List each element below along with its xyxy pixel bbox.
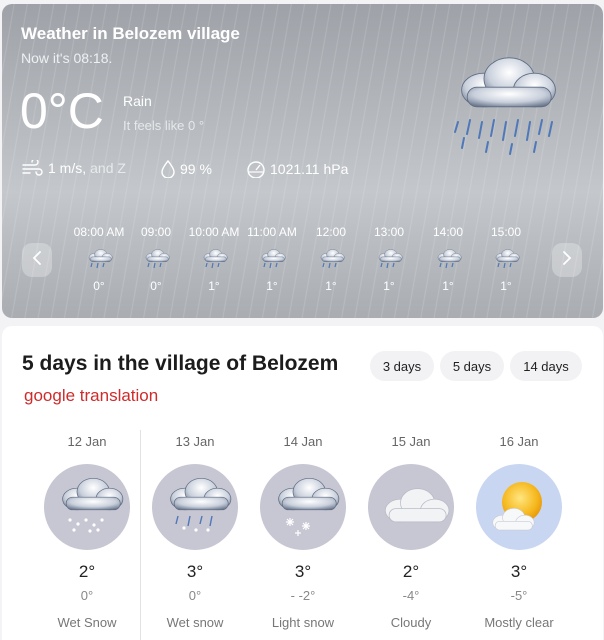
day-date: 12 Jan [67, 434, 107, 449]
rain-cloud-icon [199, 247, 229, 269]
hour-temp: 1° [208, 279, 220, 293]
hour-temp: 1° [442, 279, 454, 293]
humidity-icon [160, 160, 176, 178]
rain-cloud-icon [374, 247, 404, 269]
hour-temp: 1° [500, 279, 512, 293]
hourly-prev-button[interactable] [22, 243, 52, 277]
day-low: -4° [402, 588, 420, 603]
current-condition: Rain [123, 93, 152, 109]
chevron-right-icon [562, 250, 572, 271]
day-description: Wet snow [166, 615, 224, 630]
hour-temp: 1° [266, 279, 278, 293]
wet-snow-icon [152, 464, 238, 550]
hour-temp: 1° [383, 279, 395, 293]
forecast-day[interactable]: 13 Jan 3° 0° Wet snow [145, 433, 245, 630]
hour-time: 13:00 [373, 225, 405, 239]
hour-time: 10:00 AM [188, 225, 240, 239]
rain-cloud-icon [491, 247, 521, 269]
hourly-item: 08:00 AM 0° [69, 224, 129, 293]
hourly-item: 13:00 1° [359, 224, 419, 293]
wind-direction: and Z [90, 160, 126, 176]
wind-icon [22, 160, 44, 176]
day-high: 2° [78, 562, 96, 581]
day-low: - -2° [290, 588, 316, 603]
day-description: Light snow [271, 615, 335, 630]
light-snow-icon [260, 464, 346, 550]
day-description: Mostly clear [484, 615, 554, 630]
hourly-item: 12:00 1° [301, 224, 361, 293]
rain-cloud-icon [316, 247, 346, 269]
tab-14-days[interactable]: 14 days [510, 351, 582, 381]
rain-cloud-icon [433, 247, 463, 269]
current-weather-title: Weather in Belozem village [21, 24, 240, 43]
hourly-item: 11:00 AM 1° [242, 224, 302, 293]
pressure-stat: 1021.11 hPa [246, 160, 348, 178]
today-divider [140, 430, 141, 640]
tab-5-days[interactable]: 5 days [440, 351, 504, 381]
google-translation-link[interactable]: google translation [24, 386, 158, 406]
chevron-left-icon [32, 250, 42, 271]
hour-time: 15:00 [490, 225, 522, 239]
rain-cloud-icon [257, 247, 287, 269]
pressure-value: 1021.11 hPa [270, 161, 349, 177]
pressure-gauge-icon [246, 160, 266, 178]
forecast-day[interactable]: 15 Jan 2° -4° Cloudy [361, 433, 461, 630]
hour-temp: 0° [150, 279, 162, 293]
hour-time: 11:00 AM [247, 225, 297, 239]
hourly-item: 09:00 0° [126, 224, 186, 293]
hour-temp: 0° [93, 279, 105, 293]
day-date: 13 Jan [175, 434, 215, 449]
sun-cloud-icon [476, 464, 562, 550]
forecast-day[interactable]: 14 Jan 3° - -2° Light snow [253, 433, 353, 630]
hourly-item: 14:00 1° [418, 224, 478, 293]
humidity-stat: 99 % [160, 160, 212, 178]
day-description: Cloudy [390, 615, 432, 630]
hour-time: 14:00 [432, 225, 464, 239]
day-description: Wet Snow [57, 615, 117, 630]
tab-3-days[interactable]: 3 days [370, 351, 434, 381]
wind-stat: 1 m/s, and Z [22, 160, 126, 176]
day-low: 0° [188, 588, 202, 603]
day-date: 14 Jan [283, 434, 323, 449]
forecast-day[interactable]: 16 Jan 3° -5° Mostly clear [469, 433, 569, 630]
hourly-item: 15:00 1° [476, 224, 536, 293]
hour-time: 12:00 [315, 225, 347, 239]
day-date: 16 Jan [499, 434, 539, 449]
hour-time: 08:00 AM [73, 225, 125, 239]
hour-time: 09:00 [140, 225, 172, 239]
day-high: 3° [510, 562, 528, 581]
wet-snow-icon [44, 464, 130, 550]
forecast-title: 5 days in the village of Belozem [22, 352, 339, 375]
day-low: -5° [510, 588, 528, 603]
rain-cloud-icon [84, 247, 114, 269]
day-date: 15 Jan [391, 434, 431, 449]
day-high: 3° [294, 562, 312, 581]
hour-temp: 1° [325, 279, 337, 293]
day-high: 2° [402, 562, 420, 581]
humidity-value: 99 % [180, 161, 212, 177]
rain-cloud-icon [141, 247, 171, 269]
hourly-forecast: 08:00 AM 0° 09:00 0° 10:00 AM 1° 11:00 A… [62, 224, 542, 304]
rain-cloud-icon [438, 44, 568, 159]
day-high: 3° [186, 562, 204, 581]
current-temperature: 0°C [20, 83, 104, 139]
feels-like: It feels like 0 ° [123, 118, 205, 133]
wind-value: 1 m/s, [48, 160, 87, 176]
day-low: 0° [80, 588, 94, 603]
current-time: Now it's 08:18. [21, 50, 113, 66]
forecast-day[interactable]: 12 Jan 2° 0° Wet Snow [37, 433, 137, 630]
hourly-next-button[interactable] [552, 243, 582, 277]
cloud-icon [368, 464, 454, 550]
hourly-item: 10:00 AM 1° [184, 224, 244, 293]
